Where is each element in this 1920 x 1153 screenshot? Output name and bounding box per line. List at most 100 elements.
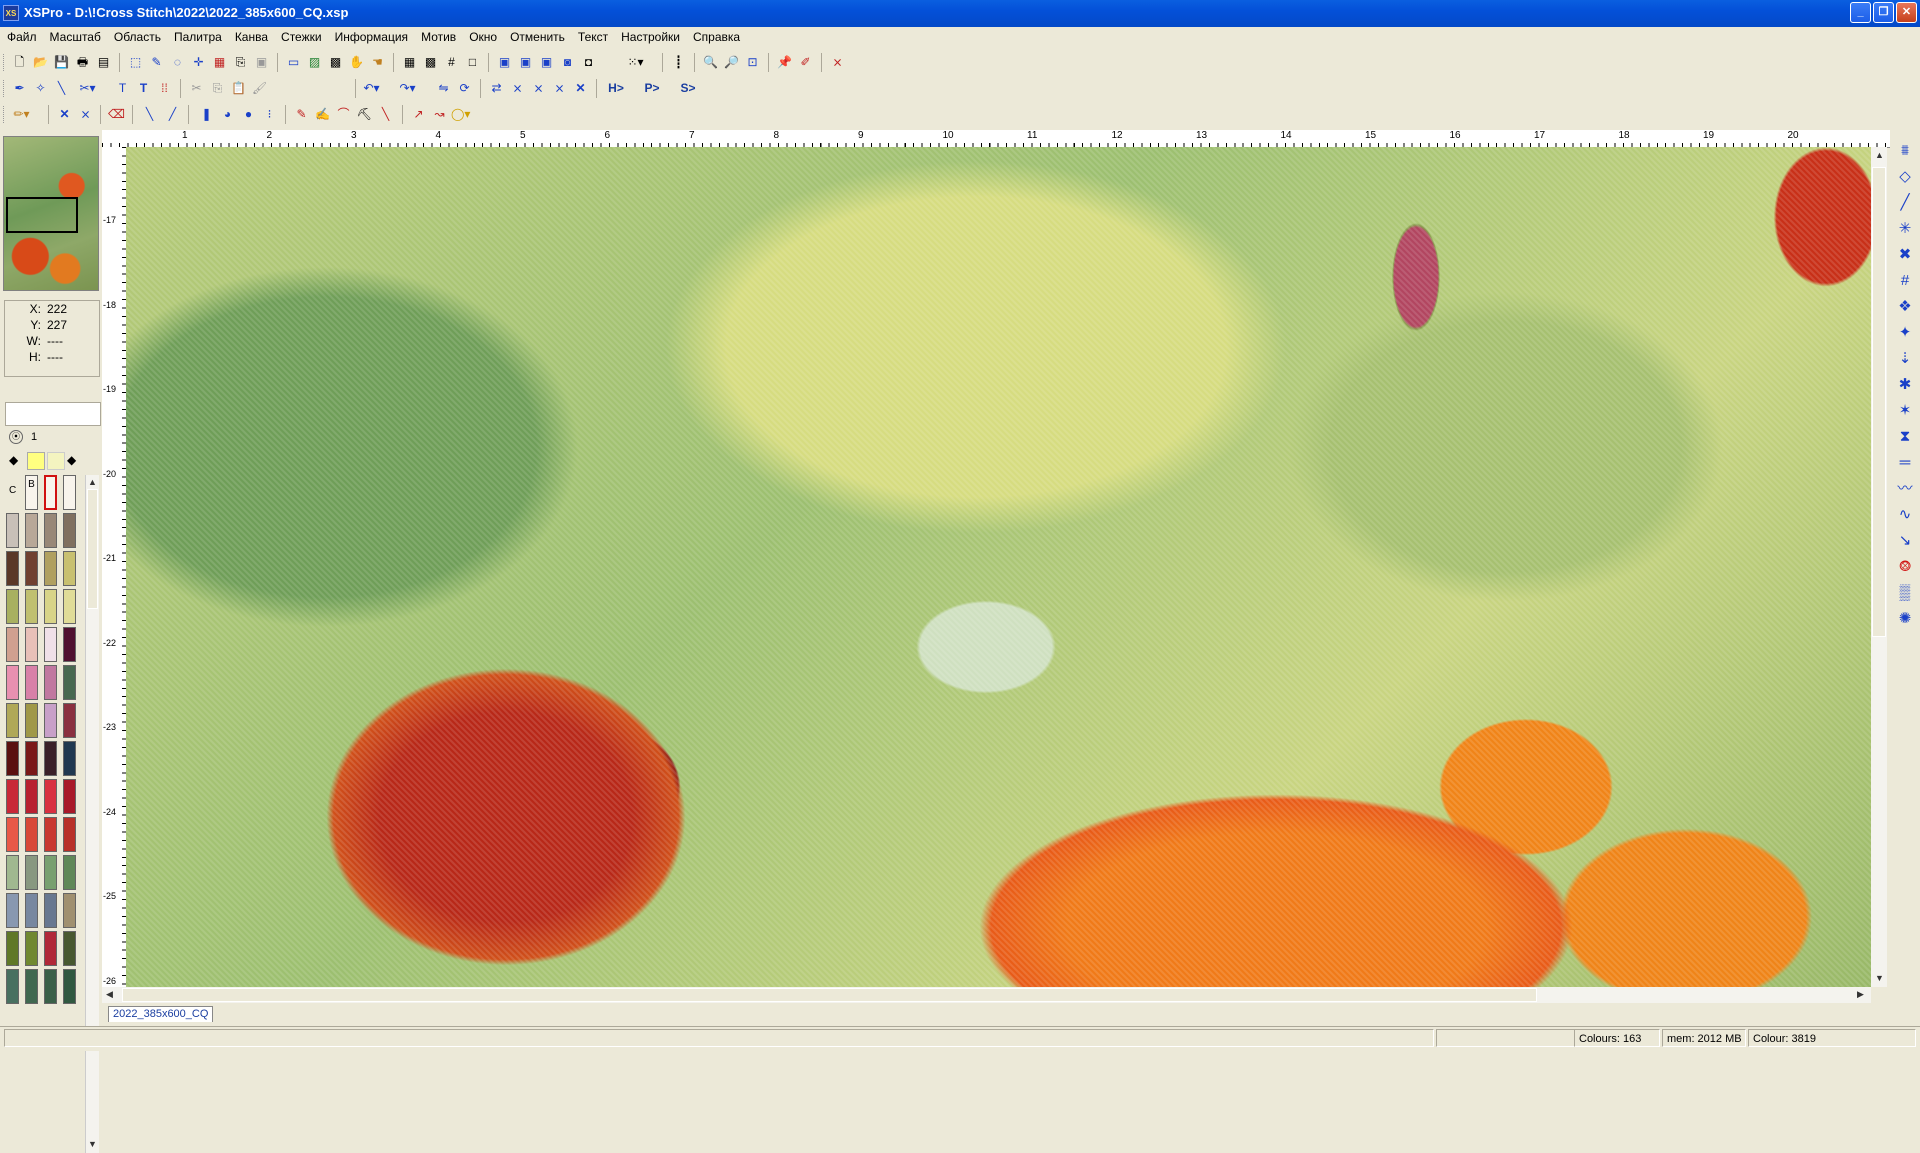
hatch-icon[interactable]: ▒ bbox=[1894, 582, 1916, 604]
palette-swatch[interactable] bbox=[63, 551, 76, 586]
bead-icon[interactable]: ❚ bbox=[197, 105, 216, 124]
fill-select-icon[interactable]: ▦ bbox=[210, 53, 229, 72]
needle-icon[interactable]: ╲ bbox=[52, 79, 71, 98]
wand-icon[interactable]: ✧ bbox=[31, 79, 50, 98]
stripe-icon[interactable]: ═ bbox=[1894, 452, 1916, 474]
undo-icon[interactable]: ↶▾ bbox=[362, 79, 381, 98]
view4-icon[interactable]: ◙ bbox=[558, 53, 577, 72]
hourglass-icon[interactable]: ⧗ bbox=[1894, 426, 1916, 448]
palette-swatch[interactable] bbox=[25, 817, 38, 852]
zoom-fit-icon[interactable]: ⊡ bbox=[743, 53, 762, 72]
pen-icon[interactable]: ✒ bbox=[10, 79, 29, 98]
s-button[interactable]: S> bbox=[676, 79, 700, 98]
arc2-icon[interactable]: ↗ bbox=[409, 105, 428, 124]
palette-swatch[interactable] bbox=[63, 855, 76, 890]
select-rect-icon[interactable]: ⬚ bbox=[126, 53, 145, 72]
sparkle-icon[interactable]: ✶ bbox=[1894, 400, 1916, 422]
palette-swatch[interactable] bbox=[63, 665, 76, 700]
canvas-horizontal-scrollbar[interactable]: ◀ ▶ bbox=[102, 987, 1871, 1003]
rotate-icon[interactable]: ⟳ bbox=[455, 79, 474, 98]
palette-swatch[interactable] bbox=[25, 779, 38, 814]
h-button[interactable]: H> bbox=[604, 79, 628, 98]
flip-icon[interactable]: ⇋ bbox=[434, 79, 453, 98]
maximize-button[interactable]: ❐ bbox=[1873, 2, 1894, 23]
palette-swatch[interactable] bbox=[25, 589, 38, 624]
background-color-swatch[interactable] bbox=[47, 452, 65, 470]
menu-motif[interactable]: Мотив bbox=[414, 27, 462, 44]
starburst-icon[interactable]: ✺ bbox=[1894, 608, 1916, 630]
copy-area-icon[interactable]: ⎘ bbox=[231, 53, 250, 72]
menu-info[interactable]: Информация bbox=[328, 27, 414, 44]
navigator-thumbnail[interactable] bbox=[3, 136, 99, 291]
zoom-out-icon[interactable]: 🔎 bbox=[722, 53, 741, 72]
canvas-vertical-scrollbar[interactable]: ▲ ▼ bbox=[1871, 147, 1887, 987]
menu-help[interactable]: Справка bbox=[686, 27, 746, 44]
menu-stitches[interactable]: Стежки bbox=[274, 27, 328, 44]
palette-swatch[interactable] bbox=[44, 779, 57, 814]
scroll-left-icon[interactable]: ◀ bbox=[106, 989, 113, 1000]
ruler-icon[interactable]: ┋ bbox=[669, 53, 688, 72]
cut-icon[interactable]: ✂ bbox=[187, 79, 206, 98]
vertical-scroll-thumb[interactable] bbox=[1872, 167, 1886, 637]
palette-swatch[interactable] bbox=[6, 589, 19, 624]
cross4-icon[interactable]: ✕ bbox=[571, 79, 590, 98]
palette-swatch[interactable] bbox=[6, 893, 19, 928]
text-t-icon[interactable]: T bbox=[113, 79, 132, 98]
scroll-down-icon[interactable]: ▼ bbox=[88, 1139, 97, 1149]
cross2-icon[interactable]: ⨯ bbox=[529, 79, 548, 98]
palette-swatch[interactable] bbox=[63, 703, 76, 738]
redo-icon[interactable]: ↷▾ bbox=[398, 79, 417, 98]
french-knot-icon[interactable]: ◕ bbox=[218, 105, 237, 124]
minimize-button[interactable]: _ bbox=[1850, 2, 1871, 23]
palette-swatch[interactable] bbox=[44, 589, 57, 624]
stitch-full-icon[interactable]: ⩩ bbox=[1894, 140, 1916, 162]
menu-area[interactable]: Область bbox=[107, 27, 167, 44]
scroll-up-icon[interactable]: ▲ bbox=[88, 477, 97, 487]
palette-swatch[interactable] bbox=[6, 513, 19, 548]
palette-swatch[interactable] bbox=[44, 627, 57, 662]
palette-swatch[interactable] bbox=[25, 893, 38, 928]
hand-icon[interactable]: ✋ bbox=[347, 53, 366, 72]
grid-fine-icon[interactable]: ▩ bbox=[421, 53, 440, 72]
circle-icon[interactable]: ● bbox=[239, 105, 258, 124]
cross-stitch-icon[interactable]: ✕ bbox=[55, 105, 74, 124]
palette-swatch[interactable] bbox=[6, 855, 19, 890]
palette-swatch[interactable] bbox=[25, 513, 38, 548]
palette-swatch[interactable] bbox=[6, 969, 19, 1004]
grid-icon[interactable]: ▦ bbox=[400, 53, 419, 72]
star-icon[interactable]: ✳ bbox=[1894, 218, 1916, 240]
picture-icon[interactable]: ▩ bbox=[326, 53, 345, 72]
palette-swatch[interactable] bbox=[6, 779, 19, 814]
arc1-icon[interactable]: ╲ bbox=[376, 105, 395, 124]
paste-area-icon[interactable]: ▣ bbox=[252, 53, 271, 72]
scissors-icon[interactable]: ✂▾ bbox=[78, 79, 97, 98]
palette-scrollbar[interactable]: ▲ ▼ bbox=[85, 475, 99, 1153]
layer-name-field[interactable] bbox=[5, 402, 101, 426]
stamp-icon[interactable]: ⌒ bbox=[334, 105, 353, 124]
palette-swatch[interactable] bbox=[6, 741, 19, 776]
pen-line-icon[interactable]: ✎ bbox=[292, 105, 311, 124]
blank-icon[interactable]: □ bbox=[463, 53, 482, 72]
backstitch-icon[interactable]: ╲ bbox=[140, 105, 159, 124]
view2-icon[interactable]: ▣ bbox=[516, 53, 535, 72]
palette-swatch[interactable] bbox=[6, 817, 19, 852]
select-color-icon[interactable]: ✎ bbox=[147, 53, 166, 72]
menu-undo[interactable]: Отменить bbox=[503, 27, 571, 44]
view5-icon[interactable]: ◘ bbox=[579, 53, 598, 72]
palette-swatch[interactable] bbox=[63, 817, 76, 852]
scroll-up-icon[interactable]: ▲ bbox=[1875, 150, 1884, 160]
text-t2-icon[interactable]: T bbox=[134, 79, 153, 98]
palette-swatch[interactable] bbox=[25, 931, 38, 966]
brush-icon[interactable]: 🖌 bbox=[250, 79, 269, 98]
copy-icon[interactable]: ⎘ bbox=[208, 79, 227, 98]
palette-swatch[interactable] bbox=[63, 627, 76, 662]
palette-swatch[interactable] bbox=[63, 513, 76, 548]
ellipse-icon[interactable]: ◯▾ bbox=[451, 105, 470, 124]
palette-swatch[interactable] bbox=[6, 703, 19, 738]
image-icon[interactable]: ▨ bbox=[305, 53, 324, 72]
eraser-icon[interactable]: ⌫ bbox=[107, 105, 126, 124]
menu-file[interactable]: Файл bbox=[0, 27, 43, 44]
palette-swatch[interactable] bbox=[6, 931, 19, 966]
monitor-icon[interactable]: ▭ bbox=[284, 53, 303, 72]
view3-icon[interactable]: ▣ bbox=[537, 53, 556, 72]
